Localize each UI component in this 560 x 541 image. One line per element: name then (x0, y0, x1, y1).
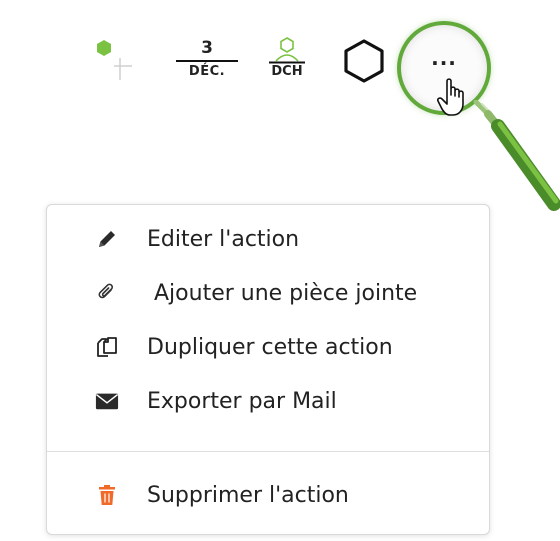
plant-status-icon (97, 40, 132, 80)
paperclip-icon (95, 281, 119, 305)
trash-icon (95, 483, 119, 507)
menu-item-delete[interactable]: Supprimer l'action (47, 473, 489, 517)
hand-pointer-icon (437, 78, 464, 116)
magnifier-handle-icon (473, 100, 560, 211)
menu-item-duplicate[interactable]: Dupliquer cette action (47, 325, 489, 369)
menu-item-attach[interactable]: Ajouter une pièce jointe (47, 271, 489, 315)
envelope-icon (95, 389, 119, 413)
menu-item-duplicate-label: Dupliquer cette action (147, 334, 393, 360)
due-date-divider (176, 60, 238, 62)
dch-badge: DCH (262, 36, 312, 79)
due-date-day: 3 (201, 38, 213, 58)
menu-item-edit-label: Editer l'action (147, 226, 300, 252)
pencil-icon (95, 227, 119, 251)
due-date: 3 DÉC. (176, 38, 238, 79)
copy-icon (95, 335, 119, 359)
dch-label: DCH (271, 64, 303, 79)
hexagon-icon[interactable] (342, 38, 386, 84)
action-toolbar: 3 DÉC. DCH ··· (0, 0, 560, 211)
more-options-label: ··· (431, 51, 457, 75)
menu-divider (47, 451, 489, 452)
due-date-month: DÉC. (188, 64, 226, 79)
menu-item-export-mail-label: Exporter par Mail (147, 388, 337, 414)
menu-item-delete-label: Supprimer l'action (147, 482, 349, 508)
menu-item-edit[interactable]: Editer l'action (47, 217, 489, 261)
menu-item-export-mail[interactable]: Exporter par Mail (47, 379, 489, 423)
action-context-menu: Editer l'action Ajouter une pièce jointe… (46, 204, 490, 535)
menu-item-attach-label: Ajouter une pièce jointe (154, 280, 418, 306)
user-group-icon (269, 37, 305, 64)
